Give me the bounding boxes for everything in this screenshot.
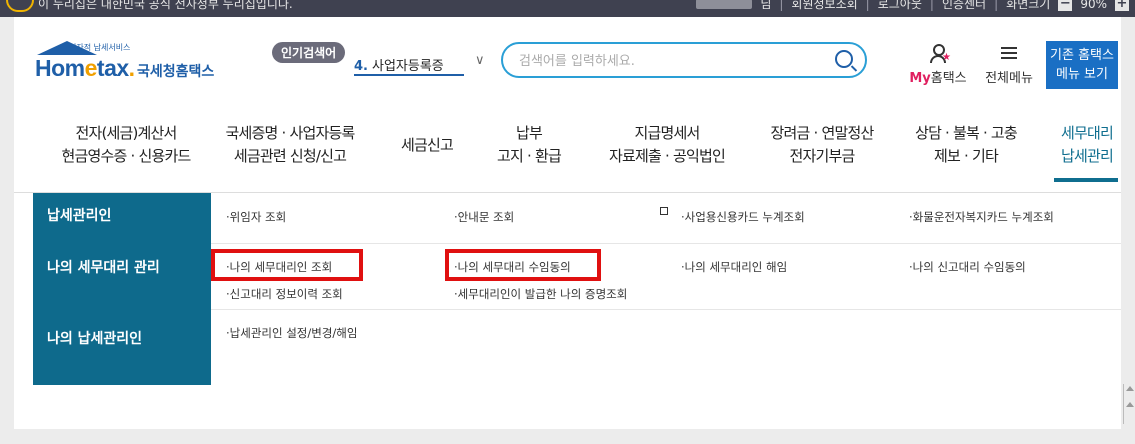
nav-item-certificate[interactable]: 국세증명 · 사업자등록 세금관련 신청/신고: [210, 122, 370, 168]
member-info-link[interactable]: 회원정보조회: [791, 0, 857, 12]
site-header: 전자적 납세서비스 Hometax. 국세청홈택스 인기검색어 4. 사업자등록증…: [14, 17, 1121, 112]
old-hometax-menu-button[interactable]: 기존 홈택스 메뉴 보기: [1046, 41, 1118, 89]
submenu-title: 납세관리인: [33, 193, 211, 243]
hometax-logo[interactable]: 전자적 납세서비스 Hometax. 국세청홈택스: [33, 39, 223, 85]
submenu-link[interactable]: ·세무대리인이 발급한 나의 증명조회: [454, 286, 627, 302]
gov-notice: 이 누리집은 대한민국 공식 전자정부 누리집입니다.: [38, 0, 293, 11]
submenu-row: 나의 세무대리 관리 ·나의 세무대리인 조회 ·나의 세무대리 수임동의 ·나…: [33, 243, 1121, 310]
government-emblem-icon: [6, 0, 34, 12]
submenu-link[interactable]: ·나의 신고대리 수임동의: [909, 259, 1026, 275]
submenu-title: 나의 납세관리인: [33, 309, 211, 385]
search-input[interactable]: [517, 51, 821, 71]
search-box: [501, 42, 867, 78]
submenu-panel: 납세관리인 ·위임자 조회 ·안내문 조회 ·사업용신용카드 누계조회 ·화물운…: [14, 193, 1121, 387]
logo-korean: 국세청홈택스: [137, 64, 215, 80]
popular-search-term[interactable]: 4. 사업자등록증: [354, 55, 444, 74]
my-hometax-label: My홈택스: [909, 71, 967, 86]
scrollbar[interactable]: [1123, 384, 1134, 424]
screen-size-label: 화면크기: [1006, 0, 1051, 11]
zoom-out-button[interactable]: −: [1058, 0, 1073, 11]
logout-link[interactable]: 로그아웃: [878, 0, 922, 12]
nav-item-e-invoice[interactable]: 전자(세금)계산서 현금영수증 · 신용카드: [51, 122, 201, 168]
cert-center-link[interactable]: 인증센터: [942, 0, 986, 12]
hamburger-icon: [1001, 47, 1017, 59]
user-name-redacted: [696, 0, 753, 9]
zoom-in-button[interactable]: +: [1115, 0, 1129, 11]
nav-item-tax-filing[interactable]: 세금신고: [392, 134, 462, 157]
submenu-link[interactable]: ·화물운전자복지카드 누계조회: [909, 209, 1054, 225]
user-suffix: 님: [760, 0, 772, 11]
submenu-link[interactable]: ·신고대리 정보이력 조회: [226, 286, 343, 302]
submenu-row: 납세관리인 ·위임자 조회 ·안내문 조회 ·사업용신용카드 누계조회 ·화물운…: [33, 193, 1121, 244]
utility-links: 님 | 회원정보조회 | 로그아웃 | 인증센터 | 화면크기 − 90% +: [696, 0, 1129, 12]
submenu-link[interactable]: ·위임자 조회: [226, 209, 286, 225]
submenu-title: 나의 세무대리 관리: [33, 243, 211, 309]
search-icon[interactable]: [835, 50, 853, 68]
zoom-level: 90%: [1080, 0, 1107, 11]
submenu-link[interactable]: ·안내문 조회: [454, 209, 514, 225]
highlight-box: [445, 249, 601, 281]
all-menu-label: 전체메뉴: [985, 71, 1033, 86]
highlight-box: [211, 249, 363, 281]
all-menu-button[interactable]: 전체메뉴: [979, 44, 1039, 86]
my-hometax-button[interactable]: ★ My홈택스: [908, 44, 968, 86]
nav-item-incentive[interactable]: 장려금 · 연말정산 전자기부금: [762, 122, 882, 168]
submenu-row: 나의 납세관리인 ·납세관리인 설정/변경/해임: [33, 309, 1121, 385]
chevron-down-icon[interactable]: ∨: [475, 53, 485, 68]
popular-search-underline: [354, 74, 464, 76]
nav-item-tax-agent[interactable]: 세무대리 납세관리: [1054, 122, 1120, 168]
main-panel: 전자적 납세서비스 Hometax. 국세청홈택스 인기검색어 4. 사업자등록증…: [14, 17, 1121, 429]
top-utility-bar: 이 누리집은 대한민국 공식 전자정부 누리집입니다. 님 | 회원정보조회 |…: [0, 0, 1135, 17]
popular-search-badge: 인기검색어: [272, 42, 346, 63]
submenu-link[interactable]: ·사업용신용카드 누계조회: [681, 209, 805, 225]
main-nav: 전자(세금)계산서 현금영수증 · 신용카드 국세증명 · 사업자등록 세금관련 신…: [14, 112, 1121, 193]
nav-item-payment-statement[interactable]: 지급명세서 자료제출 · 공익법인: [597, 122, 737, 168]
logo-tagline: 전자적 납세서비스: [69, 43, 131, 52]
submenu-link[interactable]: ·납세관리인 설정/변경/해임: [226, 325, 357, 341]
cursor-marker: [660, 207, 668, 215]
submenu-link[interactable]: ·나의 세무대리인 해임: [681, 259, 787, 275]
star-icon: ★: [942, 52, 951, 63]
logo-brand: Hometax.: [35, 55, 135, 81]
nav-item-consulting[interactable]: 상담 · 불복 · 고충 제보 · 기타: [907, 122, 1025, 168]
nav-item-payment[interactable]: 납부 고지 · 환급: [484, 122, 574, 168]
nav-active-indicator: [1054, 178, 1118, 182]
